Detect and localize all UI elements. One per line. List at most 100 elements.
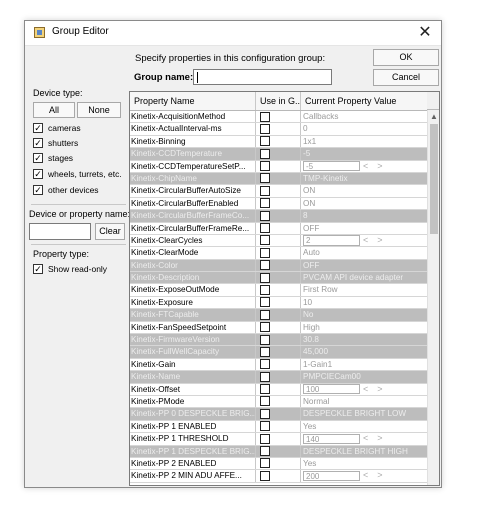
checkbox[interactable]: ✓ [33, 169, 43, 179]
use-in-group-checkbox[interactable] [260, 309, 270, 320]
spinner-arrows-icon[interactable]: <> [363, 433, 392, 444]
property-value-cell[interactable]: Yes [301, 458, 427, 469]
property-value-cell[interactable]: 30.8 [301, 334, 427, 345]
ok-button[interactable]: OK [373, 49, 439, 66]
table-row[interactable]: Kinetix-ActualInterval-ms 0 [130, 123, 427, 136]
table-row[interactable]: Kinetix-PP 1 THRESHOLD 140 <> [130, 433, 427, 446]
column-header-use-in-group[interactable]: Use in G... [256, 92, 301, 110]
property-table[interactable]: Property Name Use in G... Current Proper… [129, 91, 440, 486]
table-row[interactable]: Kinetix-Binning 1x1 [130, 135, 427, 149]
table-row[interactable]: Kinetix-CircularBufferFrameCo... 8 [130, 210, 427, 223]
use-in-group-checkbox[interactable] [260, 322, 270, 333]
property-value-cell[interactable]: 0 [301, 123, 427, 134]
use-in-group-checkbox[interactable] [260, 235, 270, 246]
table-row[interactable]: Kinetix-Offset 100 <> [130, 383, 427, 396]
use-in-group-checkbox[interactable] [260, 272, 270, 283]
use-in-group-checkbox[interactable] [260, 198, 270, 209]
table-row[interactable]: Kinetix-ChipName TMP-Kinetix [130, 172, 427, 186]
table-row[interactable]: Kinetix-PP 2 MIN ADU AFFE... 200 <> [130, 470, 427, 483]
use-in-group-checkbox[interactable] [260, 297, 270, 308]
column-header-property-name[interactable]: Property Name [130, 92, 256, 110]
use-in-group-checkbox[interactable] [260, 458, 270, 469]
use-in-group-checkbox[interactable] [260, 136, 270, 147]
property-value-cell[interactable]: -5 <> [301, 161, 427, 172]
value-spinner[interactable]: 100 [303, 384, 360, 395]
property-value-cell[interactable]: First Row [301, 284, 427, 295]
table-row[interactable]: Kinetix-CCDTemperature -5 [130, 148, 427, 161]
all-button[interactable]: All [33, 102, 75, 118]
vertical-scrollbar[interactable]: ▲ [427, 110, 439, 485]
property-value-cell[interactable]: 140 <> [301, 433, 427, 445]
use-in-group-checkbox[interactable] [260, 210, 270, 221]
table-row[interactable]: Kinetix-Exposure 10 [130, 296, 427, 310]
property-value-cell[interactable]: 45,000 [301, 346, 427, 357]
use-in-group-checkbox[interactable] [260, 223, 270, 234]
scrollbar-thumb[interactable] [430, 124, 438, 234]
use-in-group-checkbox[interactable] [260, 260, 270, 271]
value-spinner[interactable]: 200 [303, 470, 360, 482]
column-header-current-value[interactable]: Current Property Value [301, 92, 427, 110]
table-row[interactable]: Kinetix-Name PMPCIECam00 [130, 371, 427, 384]
property-value-cell[interactable]: TMP-Kinetix [301, 173, 427, 184]
property-value-cell[interactable]: No [301, 309, 427, 320]
checkbox[interactable]: ✓ [33, 138, 43, 148]
table-row[interactable]: Kinetix-FullWellCapacity 45,000 [130, 346, 427, 359]
use-in-group-checkbox[interactable] [260, 470, 270, 481]
use-in-group-checkbox[interactable] [260, 346, 270, 357]
group-name-field[interactable] [193, 69, 332, 85]
none-button[interactable]: None [77, 102, 121, 118]
property-value-cell[interactable]: ON [301, 198, 427, 209]
table-row[interactable]: Kinetix-ClearCycles 2 <> [130, 234, 427, 248]
use-in-group-checkbox[interactable] [260, 173, 270, 184]
table-row[interactable]: Kinetix-PP 0 DESPECKLE BRIG... DESPECKLE … [130, 408, 427, 421]
use-in-group-checkbox[interactable] [260, 371, 270, 382]
use-in-group-checkbox[interactable] [260, 396, 270, 407]
use-in-group-checkbox[interactable] [260, 384, 270, 395]
table-row[interactable]: Kinetix-Gain 1-Gain1 [130, 358, 427, 372]
use-in-group-checkbox[interactable] [260, 185, 270, 196]
table-row[interactable]: Kinetix-ExposeOutMode First Row [130, 284, 427, 297]
table-row[interactable]: Kinetix-Description PVCAM API device adap… [130, 272, 427, 285]
property-value-cell[interactable]: 8 [301, 210, 427, 221]
checkbox[interactable]: ✓ [33, 185, 43, 195]
property-value-cell[interactable]: 100 <> [301, 384, 427, 395]
property-value-cell[interactable]: High [301, 322, 427, 333]
table-row[interactable]: Kinetix-CircularBufferEnabled ON [130, 197, 427, 211]
table-row[interactable]: Kinetix-CircularBufferFrameRe... OFF [130, 222, 427, 235]
property-value-cell[interactable]: PMPCIECam00 [301, 371, 427, 382]
table-row[interactable]: Kinetix-PMode Normal [130, 395, 427, 409]
spinner-arrows-icon[interactable]: <> [363, 161, 392, 172]
property-value-cell[interactable]: Normal [301, 396, 427, 407]
use-in-group-checkbox[interactable] [260, 284, 270, 295]
cancel-button[interactable]: Cancel [373, 69, 439, 86]
table-row[interactable]: Kinetix-FirmwareVersion 30.8 [130, 334, 427, 347]
use-in-group-checkbox[interactable] [260, 408, 270, 419]
table-row[interactable]: Kinetix-PP 2 ENABLED Yes [130, 457, 427, 471]
value-spinner[interactable]: -5 [303, 161, 360, 172]
property-value-cell[interactable]: -5 [301, 148, 427, 159]
use-in-group-checkbox[interactable] [260, 421, 270, 432]
table-row[interactable]: Kinetix-ClearMode Auto [130, 247, 427, 260]
filter-field[interactable] [29, 223, 91, 240]
use-in-group-checkbox[interactable] [260, 111, 270, 122]
property-value-cell[interactable]: DESPECKLE BRIGHT LOW [301, 408, 427, 419]
table-row[interactable]: Kinetix-FTCapable No [130, 309, 427, 322]
value-spinner[interactable]: 2 [303, 235, 360, 246]
table-row[interactable]: Kinetix-CircularBufferAutoSize ON [130, 185, 427, 198]
checkbox[interactable]: ✓ [33, 264, 43, 274]
table-row[interactable]: Kinetix-AcquisitionMethod Callbacks [130, 111, 427, 124]
checkbox[interactable]: ✓ [33, 153, 43, 163]
property-value-cell[interactable]: 200 <> [301, 470, 427, 482]
table-row[interactable]: Kinetix-PP 1 DESPECKLE BRIG... DESPECKLE … [130, 445, 427, 458]
value-spinner[interactable]: 140 [303, 433, 360, 445]
spinner-arrows-icon[interactable]: <> [363, 235, 392, 246]
table-row[interactable]: Kinetix-PP 1 ENABLED Yes [130, 420, 427, 434]
table-row[interactable]: Kinetix-FanSpeedSetpoint High [130, 321, 427, 335]
table-row[interactable]: Kinetix-Color OFF [130, 259, 427, 273]
table-row[interactable]: Kinetix-CCDTemperatureSetP... -5 <> [130, 160, 427, 173]
use-in-group-checkbox[interactable] [260, 446, 270, 457]
use-in-group-checkbox[interactable] [260, 123, 270, 134]
property-value-cell[interactable]: OFF [301, 260, 427, 271]
clear-button[interactable]: Clear [95, 223, 125, 240]
property-value-cell[interactable]: 10 [301, 297, 427, 308]
